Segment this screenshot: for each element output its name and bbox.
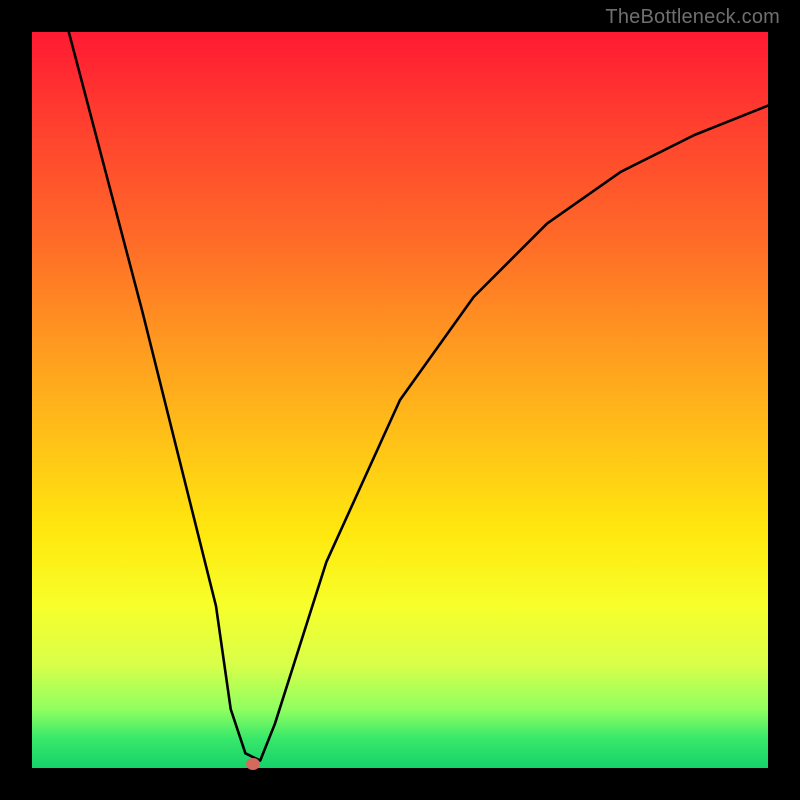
watermark-text: TheBottleneck.com bbox=[605, 6, 780, 29]
optimum-marker bbox=[246, 758, 260, 770]
bottleneck-curve bbox=[32, 32, 768, 768]
plot-area bbox=[32, 32, 768, 768]
chart-frame: TheBottleneck.com bbox=[0, 0, 800, 800]
